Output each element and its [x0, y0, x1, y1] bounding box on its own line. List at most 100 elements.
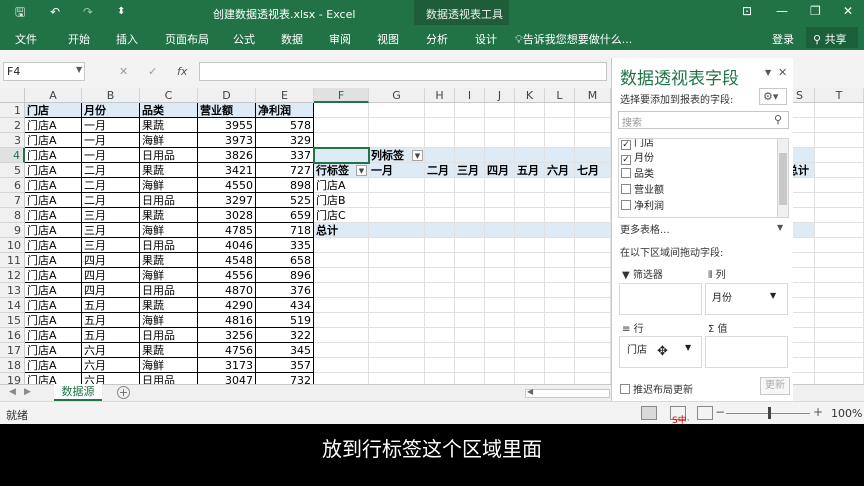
- grid-cell[interactable]: [515, 328, 545, 343]
- table-cell[interactable]: 434: [256, 298, 314, 313]
- grid-cell[interactable]: [575, 373, 611, 384]
- active-cell-selection[interactable]: [313, 147, 370, 164]
- share-button[interactable]: ⚲ 共享: [806, 27, 858, 48]
- chevron-down-icon[interactable]: ▼: [777, 223, 783, 232]
- grid-cell[interactable]: [314, 298, 369, 313]
- row-header[interactable]: 19: [0, 373, 25, 384]
- table-cell[interactable]: 门店A: [25, 148, 82, 163]
- grid-cell[interactable]: [815, 118, 864, 133]
- grid-cell[interactable]: [455, 133, 485, 148]
- grid-cell[interactable]: [455, 283, 485, 298]
- table-cell[interactable]: 六月: [82, 358, 140, 373]
- table-cell[interactable]: 525: [256, 193, 314, 208]
- more-tables-link[interactable]: 更多表格...: [620, 221, 670, 236]
- field-search-input[interactable]: 搜索: [618, 111, 789, 129]
- grid-cell[interactable]: [369, 178, 425, 193]
- update-button[interactable]: 更新: [760, 377, 790, 395]
- grid-cell[interactable]: [425, 178, 455, 193]
- row-header[interactable]: 10: [0, 238, 25, 253]
- grid-cell[interactable]: [314, 103, 369, 118]
- pivot-grand-total[interactable]: [455, 223, 485, 238]
- grid-cell[interactable]: [455, 103, 485, 118]
- row-header[interactable]: 3: [0, 133, 25, 148]
- field-checkbox[interactable]: [621, 200, 631, 210]
- zoom-out-icon[interactable]: −: [715, 405, 725, 419]
- grid-cell[interactable]: [575, 253, 611, 268]
- grid-cell[interactable]: [515, 268, 545, 283]
- grid-cell[interactable]: [425, 103, 455, 118]
- field-category[interactable]: 品类: [621, 167, 654, 182]
- grid-cell[interactable]: [515, 358, 545, 373]
- table-cell[interactable]: 日用品: [140, 283, 198, 298]
- pane-options-icon[interactable]: ▼: [765, 68, 771, 77]
- pivot-grand-total[interactable]: [369, 223, 425, 238]
- tab-page-layout[interactable]: 页面布局: [165, 31, 209, 47]
- grid-cell[interactable]: [575, 208, 611, 223]
- table-cell[interactable]: 海鲜: [140, 178, 198, 193]
- grid-cell[interactable]: [815, 208, 864, 223]
- table-cell[interactable]: 3256: [198, 328, 256, 343]
- grid-cell[interactable]: [485, 178, 515, 193]
- grid-cell[interactable]: [314, 358, 369, 373]
- grid-cell[interactable]: [455, 118, 485, 133]
- grid-cell[interactable]: [545, 343, 575, 358]
- grid-cell[interactable]: [545, 373, 575, 384]
- table-cell[interactable]: 4785: [198, 223, 256, 238]
- column-header[interactable]: J: [485, 88, 515, 103]
- grid-cell[interactable]: [515, 178, 545, 193]
- row-header[interactable]: 8: [0, 208, 25, 223]
- grid-cell[interactable]: [815, 313, 864, 328]
- table-cell[interactable]: 一月: [82, 133, 140, 148]
- grid-cell[interactable]: [455, 313, 485, 328]
- pivot-store-label[interactable]: 门店C: [314, 208, 369, 223]
- tab-home[interactable]: 开始: [68, 31, 90, 47]
- grid-cell[interactable]: [455, 193, 485, 208]
- grid-cell[interactable]: [369, 133, 425, 148]
- grid-cell[interactable]: [455, 358, 485, 373]
- table-cell[interactable]: 335: [256, 238, 314, 253]
- plus-icon[interactable]: +: [117, 386, 130, 399]
- grid-cell[interactable]: [815, 373, 864, 384]
- columns-field-month[interactable]: 月份: [712, 289, 732, 304]
- table-cell[interactable]: 门店A: [25, 163, 82, 178]
- tab-insert[interactable]: 插入: [116, 31, 138, 47]
- tell-me-box[interactable]: 💡︎告诉我您想要做什么...: [515, 31, 632, 47]
- grid-cell[interactable]: [575, 298, 611, 313]
- grid-cell[interactable]: [545, 193, 575, 208]
- grid-cell[interactable]: [575, 238, 611, 253]
- formula-input[interactable]: [199, 62, 607, 81]
- grid-cell[interactable]: [369, 268, 425, 283]
- table-cell[interactable]: 门店A: [25, 358, 82, 373]
- values-drop-area[interactable]: [705, 336, 788, 368]
- table-cell[interactable]: 门店A: [25, 283, 82, 298]
- grid-cell[interactable]: [575, 133, 611, 148]
- table-cell[interactable]: 海鲜: [140, 133, 198, 148]
- grid-cell[interactable]: [575, 343, 611, 358]
- table-cell[interactable]: 五月: [82, 328, 140, 343]
- grid-cell[interactable]: [545, 283, 575, 298]
- table-cell[interactable]: 658: [256, 253, 314, 268]
- grid-cell[interactable]: [515, 118, 545, 133]
- tab-file[interactable]: 文件: [15, 31, 37, 47]
- grid-cell[interactable]: [314, 343, 369, 358]
- grid-cell[interactable]: [455, 298, 485, 313]
- grid-cell[interactable]: [455, 253, 485, 268]
- column-header[interactable]: H: [425, 88, 455, 103]
- grid-cell[interactable]: [515, 313, 545, 328]
- table-cell[interactable]: 4756: [198, 343, 256, 358]
- grid-cell[interactable]: [455, 328, 485, 343]
- grid-cell[interactable]: [545, 358, 575, 373]
- grid-cell[interactable]: [314, 268, 369, 283]
- table-cell[interactable]: 3826: [198, 148, 256, 163]
- grid-cell[interactable]: [485, 283, 515, 298]
- pivot-header-fill[interactable]: [575, 148, 611, 163]
- grid-cell[interactable]: [815, 178, 864, 193]
- grid-cell[interactable]: [369, 253, 425, 268]
- grid-cell[interactable]: [425, 268, 455, 283]
- pane-close-icon[interactable]: ✕: [778, 66, 787, 79]
- field-revenue[interactable]: 营业额: [621, 183, 664, 198]
- grid-cell[interactable]: [485, 298, 515, 313]
- grid-cell[interactable]: [369, 328, 425, 343]
- grid-cell[interactable]: [485, 118, 515, 133]
- table-cell[interactable]: 果蔬: [140, 253, 198, 268]
